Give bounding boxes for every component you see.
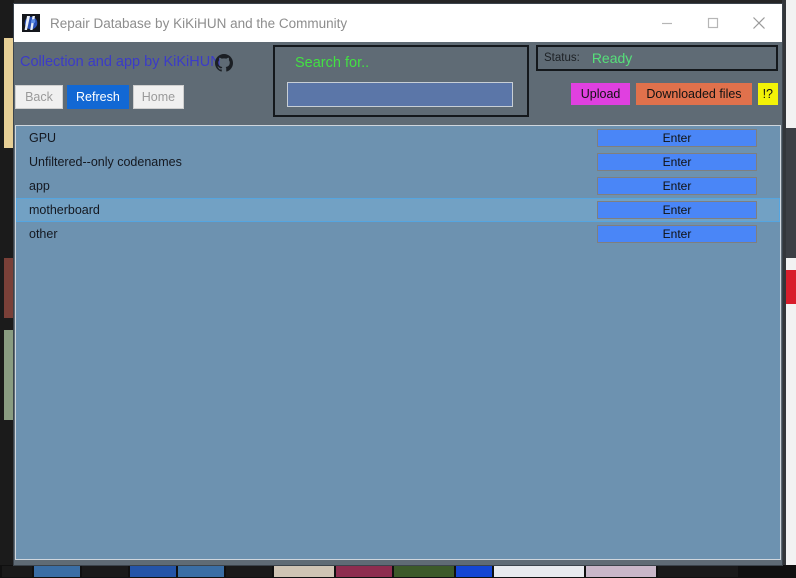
taskbar-item[interactable] [494, 566, 584, 577]
background-window-left-photo-2 [4, 330, 14, 420]
taskbar-item[interactable] [226, 566, 272, 577]
toolbar: Collection and app by KiKiHUN Back Refre… [14, 42, 782, 125]
search-group: Search for.. [273, 45, 529, 117]
taskbar-item[interactable] [274, 566, 334, 577]
back-button[interactable]: Back [15, 85, 63, 109]
category-list[interactable]: GPU Enter Unfiltered--only codenames Ent… [15, 125, 781, 560]
maximize-icon [707, 17, 719, 29]
taskbar-item[interactable] [178, 566, 224, 577]
close-button[interactable] [736, 4, 782, 42]
close-icon [753, 17, 765, 29]
downloaded-files-button[interactable]: Downloaded files [636, 83, 752, 105]
table-row[interactable]: motherboard Enter [16, 198, 780, 222]
taskbar[interactable] [0, 565, 796, 578]
row-label: other [29, 227, 58, 241]
enter-button[interactable]: Enter [597, 201, 757, 219]
navigation-buttons: Back Refresh Home [15, 85, 185, 109]
background-window-left-photo [4, 258, 14, 318]
taskbar-item[interactable] [456, 566, 492, 577]
row-label: motherboard [29, 203, 100, 217]
github-icon[interactable] [215, 54, 233, 72]
window-title: Repair Database by KiKiHUN and the Commu… [50, 15, 348, 31]
taskbar-item[interactable] [34, 566, 80, 577]
enter-button[interactable]: Enter [597, 129, 757, 147]
enter-button[interactable]: Enter [597, 225, 757, 243]
background-window-right-accent [786, 270, 796, 304]
taskbar-tray[interactable] [658, 566, 738, 577]
taskbar-item[interactable] [82, 566, 128, 577]
taskbar-item[interactable] [586, 566, 656, 577]
background-window-left-content [4, 38, 14, 148]
maximize-button[interactable] [690, 4, 736, 42]
table-row[interactable]: GPU Enter [16, 126, 780, 150]
row-label: GPU [29, 131, 57, 145]
minimize-button[interactable] [644, 4, 690, 42]
help-button[interactable]: !? [757, 83, 778, 105]
window-titlebar[interactable]: Repair Database by KiKiHUN and the Commu… [14, 4, 782, 42]
refresh-button[interactable]: Refresh [67, 85, 129, 109]
application-window: Repair Database by KiKiHUN and the Commu… [14, 4, 782, 565]
taskbar-item[interactable] [2, 566, 32, 577]
home-button[interactable]: Home [132, 85, 185, 109]
table-row[interactable]: app Enter [16, 174, 780, 198]
status-badge: Ready [591, 50, 633, 66]
app-icon [22, 14, 40, 32]
taskbar-item[interactable] [336, 566, 392, 577]
row-label: app [29, 179, 50, 193]
status-caption: Status: [544, 52, 580, 64]
search-label: Search for.. [295, 55, 370, 71]
taskbar-item[interactable] [394, 566, 454, 577]
table-row[interactable]: other Enter [16, 222, 780, 246]
collection-credit-label: Collection and app by KiKiHUN [20, 54, 221, 70]
window-controls [644, 4, 782, 42]
minimize-icon [662, 22, 672, 25]
status-group: Status: Ready [536, 45, 778, 71]
row-label: Unfiltered--only codenames [29, 155, 182, 169]
enter-button[interactable]: Enter [597, 177, 757, 195]
taskbar-item[interactable] [130, 566, 176, 577]
background-window-right-panel [786, 128, 796, 258]
table-row[interactable]: Unfiltered--only codenames Enter [16, 150, 780, 174]
enter-button[interactable]: Enter [597, 153, 757, 171]
upload-button[interactable]: Upload [570, 83, 631, 105]
action-buttons: Upload Downloaded files !? [536, 83, 778, 105]
search-input[interactable] [287, 82, 513, 107]
